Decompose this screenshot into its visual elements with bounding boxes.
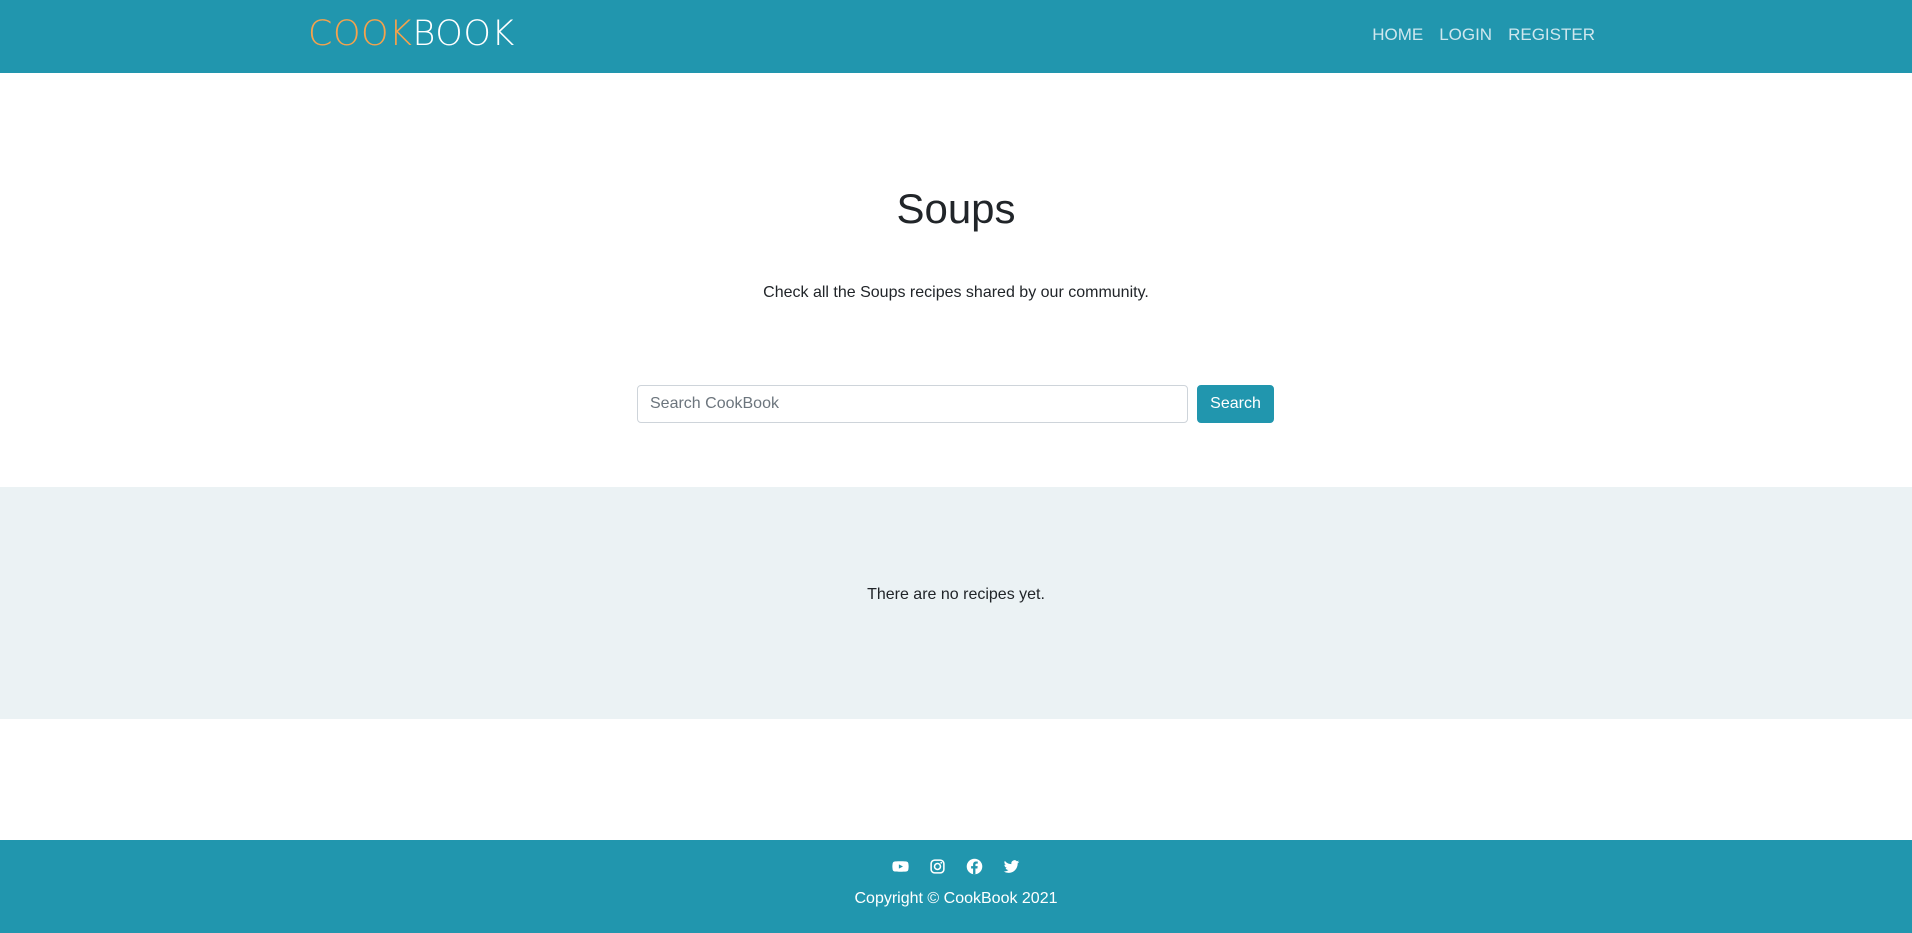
facebook-icon[interactable] — [966, 858, 983, 875]
brand-logo-cook: COOK — [308, 14, 413, 54]
social-links — [0, 858, 1912, 875]
nav-link-home[interactable]: HOME — [1372, 24, 1423, 46]
recipes-section: There are no recipes yet. — [0, 487, 1912, 719]
twitter-icon[interactable] — [1003, 858, 1020, 875]
navbar: COOKBOOK HOME LOGIN REGISTER — [0, 0, 1912, 73]
empty-recipes-message: There are no recipes yet. — [867, 586, 1045, 603]
page-subtitle: Check all the Soups recipes shared by ou… — [763, 284, 1149, 301]
instagram-icon[interactable] — [929, 858, 946, 875]
footer: Copyright © CookBook 2021 — [0, 840, 1912, 933]
copyright-text: Copyright © CookBook 2021 — [854, 890, 1058, 907]
nav-link-login[interactable]: LOGIN — [1439, 24, 1492, 46]
main-nav: HOME LOGIN REGISTER — [1372, 24, 1595, 46]
search-form: Search — [637, 385, 1274, 423]
brand-logo-book: BOOK — [412, 14, 515, 54]
youtube-icon[interactable] — [892, 858, 909, 875]
search-button[interactable]: Search — [1197, 385, 1274, 423]
search-input[interactable] — [637, 385, 1188, 423]
page-title: Soups — [896, 185, 1016, 232]
nav-link-register[interactable]: REGISTER — [1508, 24, 1595, 46]
brand-logo[interactable]: COOKBOOK — [308, 14, 515, 54]
